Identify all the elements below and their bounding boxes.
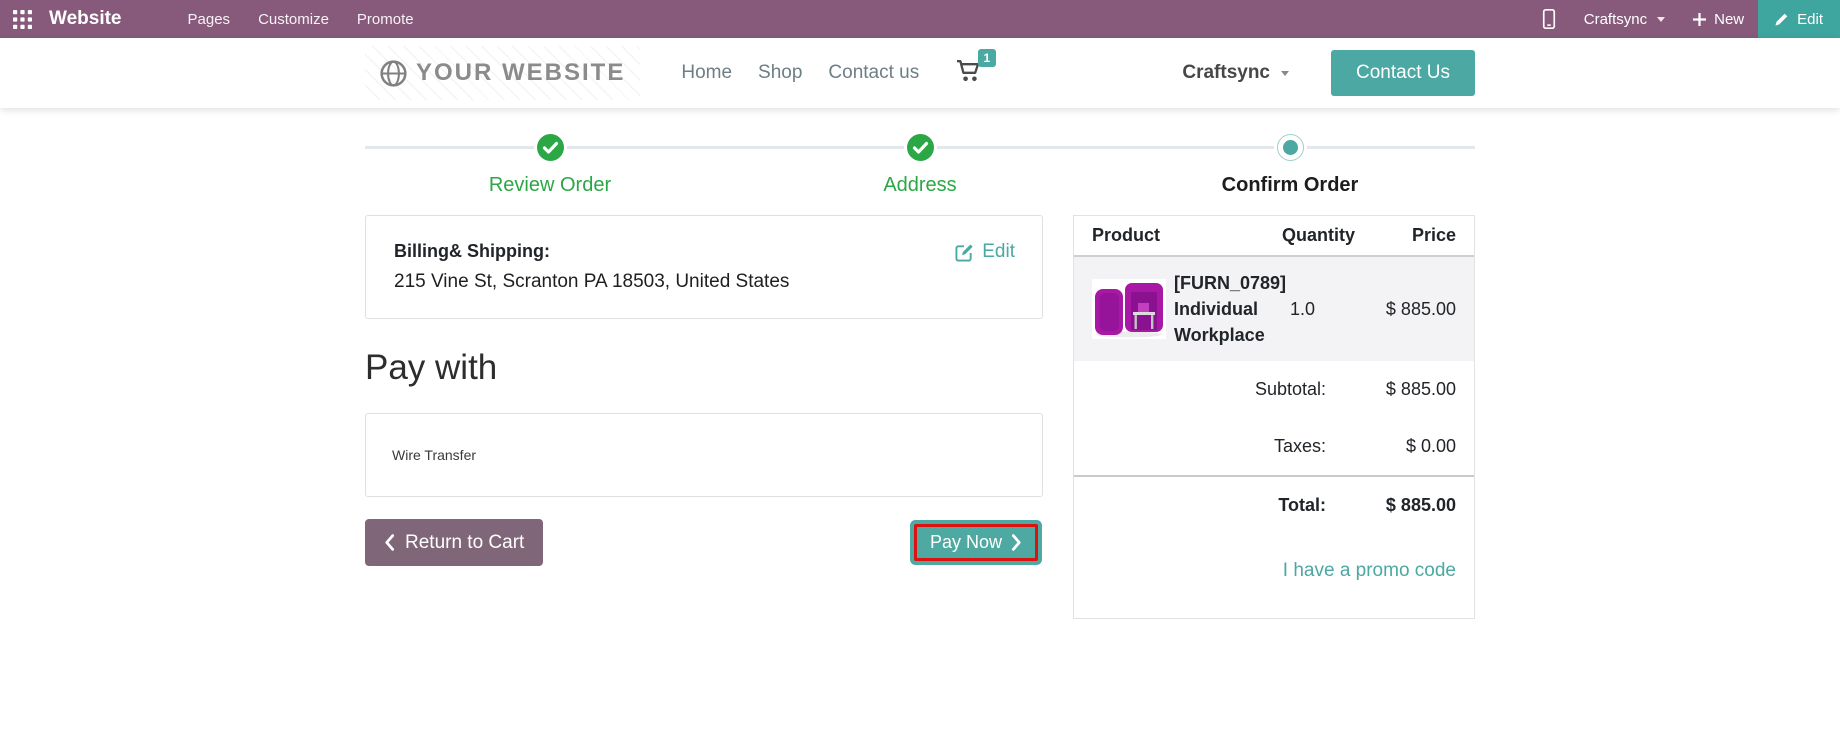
subtotal-value: $ 885.00 [1368,379,1456,400]
payment-method-label: Wire Transfer [392,447,476,463]
step-confirm-order: Confirm Order [1105,134,1475,197]
checkout-steps: Review Order Address Confirm Order [365,134,1475,197]
order-summary-table: Product Quantity Price [1073,215,1475,619]
apps-grid-icon[interactable] [13,9,34,30]
pay-with-heading: Pay with [365,348,1043,388]
product-price: $ 885.00 [1372,299,1456,320]
total-label: Total: [1092,495,1368,516]
site-logo-text: YOUR WEBSITE [416,59,625,87]
product-name: [FURN_0789] Individual Workplace [1174,270,1290,348]
payment-method-option[interactable]: Wire Transfer [365,413,1043,497]
nav-link-shop[interactable]: Shop [745,62,815,84]
chevron-down-icon [1657,17,1665,22]
check-circle-icon [537,134,564,161]
nav-link-home[interactable]: Home [668,62,745,84]
billing-address-text: 215 Vine St, Scranton PA 18503, United S… [394,271,1014,293]
column-header-product: Product [1092,225,1282,246]
topbar-menu-pages[interactable]: Pages [174,11,245,28]
site-switcher-label: Craftsync [1584,11,1647,28]
current-step-dot-icon [1277,134,1304,161]
topbar-menu-customize[interactable]: Customize [244,11,343,28]
pencil-icon [1775,12,1789,26]
taxes-value: $ 0.00 [1368,436,1456,457]
product-quantity: 1.0 [1290,299,1372,320]
subtotal-label: Subtotal: [1092,379,1368,400]
account-menu[interactable]: Craftsync [1182,62,1289,84]
promo-code-link[interactable]: I have a promo code [1283,560,1456,581]
return-to-cart-button[interactable]: Return to Cart [365,519,543,566]
site-switcher[interactable]: Craftsync [1570,0,1679,38]
cart-count-badge: 1 [978,49,997,67]
account-name: Craftsync [1182,62,1270,84]
step-address-label[interactable]: Address [883,174,956,197]
plus-icon [1693,13,1706,26]
new-page-label: New [1714,11,1744,28]
taxes-label: Taxes: [1092,436,1368,457]
edit-address-link[interactable]: Edit [955,241,1015,263]
chevron-left-icon [384,534,395,551]
new-page-button[interactable]: New [1679,0,1758,38]
product-image [1092,279,1166,339]
chevron-down-icon [1281,71,1289,76]
total-value: $ 885.00 [1368,495,1456,516]
check-circle-icon [907,134,934,161]
contact-us-button[interactable]: Contact Us [1331,50,1475,96]
site-logo[interactable]: YOUR WEBSITE [365,46,640,100]
pay-now-button[interactable]: Pay Now [914,524,1038,561]
mobile-preview-icon[interactable] [1528,0,1570,38]
order-table-header: Product Quantity Price [1074,216,1474,257]
pencil-square-icon [955,243,974,262]
chevron-right-icon [1011,534,1022,551]
column-header-quantity: Quantity [1282,225,1368,246]
app-title[interactable]: Website [49,8,122,30]
order-line-row: [FURN_0789] Individual Workplace 1.0 $ 8… [1074,257,1474,361]
site-navbar: YOUR WEBSITE Home Shop Contact us 1 Craf… [0,38,1840,108]
edit-address-label: Edit [982,241,1015,263]
billing-shipping-heading: Billing& Shipping: [394,241,1014,262]
cart-button[interactable]: 1 [956,59,983,88]
step-review-order: Review Order [365,134,735,197]
admin-topbar: Website Pages Customize Promote Craftsyn… [0,0,1840,38]
step-review-order-label[interactable]: Review Order [489,174,611,197]
subtotal-row: Subtotal: $ 885.00 [1074,361,1474,418]
topbar-menu-promote[interactable]: Promote [343,11,428,28]
return-to-cart-label: Return to Cart [405,532,524,554]
globe-icon [380,60,407,87]
step-address: Address [735,134,1105,197]
edit-page-button[interactable]: Edit [1758,0,1840,38]
taxes-row: Taxes: $ 0.00 [1074,418,1474,475]
nav-link-contact-us[interactable]: Contact us [815,62,932,84]
billing-shipping-card: Billing& Shipping: 215 Vine St, Scranton… [365,215,1043,319]
step-confirm-order-label: Confirm Order [1222,174,1359,197]
column-header-price: Price [1368,225,1456,246]
total-row: Total: $ 885.00 [1074,475,1474,534]
edit-page-label: Edit [1797,11,1823,28]
pay-now-label: Pay Now [930,532,1002,553]
